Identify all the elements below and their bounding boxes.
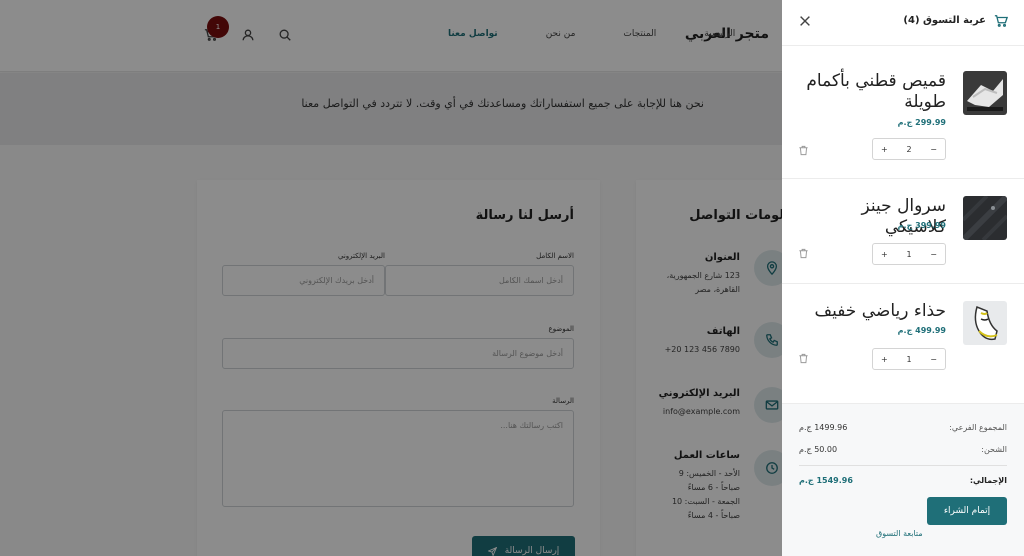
- quantity-value: 1: [906, 354, 912, 364]
- plus-button[interactable]: +: [881, 250, 888, 259]
- trash-icon[interactable]: [798, 353, 809, 364]
- item-price: 399.99 ج.م: [897, 221, 946, 230]
- cart-drawer-header: عربة التسوق (4): [782, 0, 1024, 46]
- trash-icon[interactable]: [798, 145, 809, 156]
- item-price: 299.99 ج.م: [897, 118, 946, 127]
- quantity-value: 1: [906, 249, 912, 259]
- close-icon[interactable]: [798, 14, 812, 28]
- cart-icon: [994, 15, 1008, 27]
- subtotal-label: المجموع الفرعي:: [949, 423, 1007, 432]
- quantity-stepper: + 1 −: [872, 243, 946, 265]
- shipping-value: 50.00 ج.م: [799, 445, 838, 454]
- item-name[interactable]: سروال جينز كلاسيكي: [796, 196, 946, 238]
- plus-button[interactable]: +: [881, 355, 888, 364]
- minus-button[interactable]: −: [930, 355, 937, 364]
- checkout-button[interactable]: إتمام الشراء: [927, 497, 1007, 525]
- item-name[interactable]: حذاء رياضي خفيف: [796, 301, 946, 322]
- quantity-stepper: + 1 −: [872, 348, 946, 370]
- continue-shopping-link[interactable]: متابعة التسوق: [876, 529, 923, 538]
- plus-button[interactable]: +: [881, 145, 888, 154]
- total-label: الإجمالي:: [969, 476, 1007, 485]
- cart-item: قميص قطني بأكمام طويلة 299.99 ج.م + 2 −: [782, 46, 1024, 179]
- shirt-image: [963, 71, 1007, 115]
- shipping-label: الشحن:: [981, 445, 1007, 454]
- cart-summary: المجموع الفرعي: 1499.96 ج.م الشحن: 50.00…: [782, 403, 1024, 556]
- cart-title: عربة التسوق (4): [903, 15, 986, 26]
- cart-drawer: عربة التسوق (4) قميص قطني بأكمام طويلة 2…: [782, 0, 1024, 556]
- cart-item: حذاء رياضي خفيف 499.99 ج.م + 1 −: [782, 284, 1024, 403]
- minus-button[interactable]: −: [930, 250, 937, 259]
- quantity-value: 2: [906, 144, 912, 154]
- item-name[interactable]: قميص قطني بأكمام طويلة: [796, 71, 946, 113]
- summary-divider: [799, 465, 1007, 466]
- minus-button[interactable]: −: [930, 145, 937, 154]
- total-value: 1549.96 ج.م: [799, 476, 853, 485]
- item-price: 499.99 ج.م: [897, 326, 946, 335]
- jeans-image: [963, 196, 1007, 240]
- cart-item: سروال جينز كلاسيكي 399.99 ج.م + 1 −: [782, 179, 1024, 284]
- subtotal-value: 1499.96 ج.م: [799, 423, 848, 432]
- trash-icon[interactable]: [798, 248, 809, 259]
- quantity-stepper: + 2 −: [872, 138, 946, 160]
- shoe-image: [963, 301, 1007, 345]
